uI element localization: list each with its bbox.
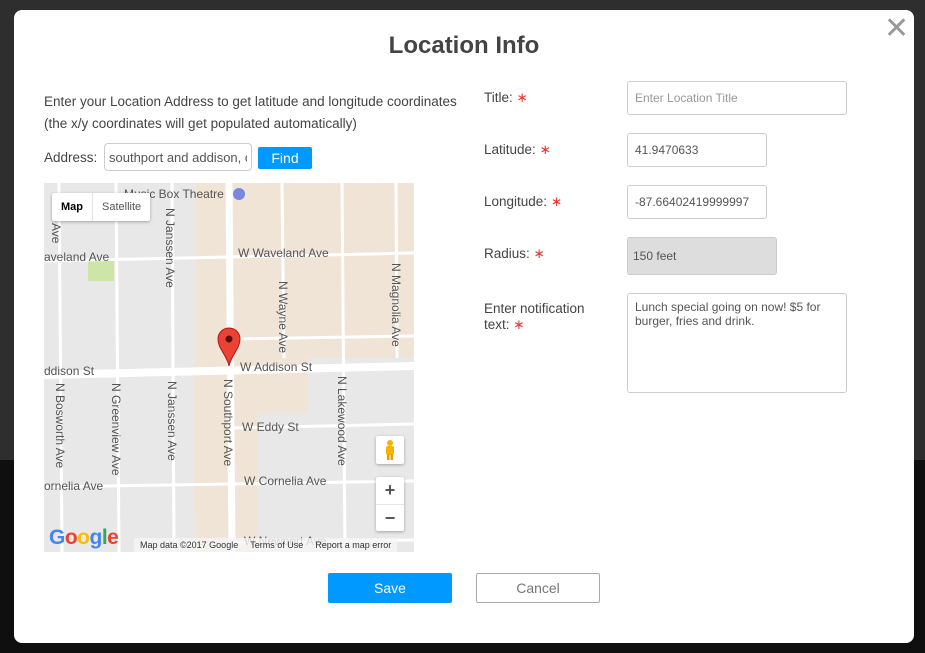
- label-text: Latitude:: [484, 142, 536, 157]
- map-label: N Lakewood Ave: [335, 376, 349, 466]
- latitude-input[interactable]: [627, 133, 767, 167]
- map[interactable]: Music Box Theatre aveland Ave W Waveland…: [44, 183, 414, 552]
- label-text: Enter notification: [484, 301, 585, 316]
- map-type-satellite-button[interactable]: Satellite: [93, 193, 150, 221]
- radius-label: Radius: ∗: [484, 246, 545, 262]
- required-icon: ∗: [533, 246, 545, 261]
- map-label: N Greenview Ave: [109, 383, 123, 476]
- map-label: N Janssen Ave: [163, 208, 177, 288]
- street-view-pegman-icon[interactable]: [376, 436, 404, 464]
- theatre-icon: [233, 188, 245, 200]
- title-label: Title: ∗: [484, 90, 528, 106]
- map-label: N Bosworth Ave: [53, 383, 67, 468]
- zoom-control: + −: [376, 477, 404, 531]
- map-label: W Eddy St: [242, 420, 299, 434]
- map-type-map-button[interactable]: Map: [52, 193, 93, 221]
- map-label: W Waveland Ave: [238, 246, 329, 260]
- google-logo: Google: [49, 526, 119, 549]
- map-label: W Cornelia Ave: [244, 474, 327, 488]
- park: [88, 261, 114, 281]
- map-label: N Wayne Ave: [276, 281, 290, 353]
- radius-select[interactable]: [627, 237, 777, 275]
- zoom-out-button[interactable]: −: [376, 505, 404, 532]
- map-label: ddison St: [44, 364, 95, 378]
- required-icon: ∗: [539, 142, 551, 157]
- map-label: N Southport Ave: [221, 379, 235, 466]
- map-label: N Janssen Ave: [165, 381, 179, 461]
- zoom-in-button[interactable]: +: [376, 477, 404, 505]
- modal-title: Location Info: [388, 32, 540, 59]
- address-input[interactable]: [104, 143, 252, 171]
- map-attribution: Map data ©2017 Google Terms of Use Repor…: [134, 538, 398, 552]
- location-info-modal: ✕ Location Info Enter your Location Addr…: [14, 10, 914, 643]
- map-label: W Addison St: [240, 360, 313, 374]
- longitude-label: Longitude: ∗: [484, 194, 562, 210]
- required-icon: ∗: [513, 317, 525, 332]
- address-label: Address:: [44, 150, 98, 165]
- label-text: Longitude:: [484, 194, 548, 209]
- title-input[interactable]: [627, 81, 847, 115]
- save-button[interactable]: Save: [328, 573, 452, 603]
- cancel-button[interactable]: Cancel: [476, 573, 600, 603]
- map-type-control: Map Satellite: [52, 193, 151, 221]
- required-icon: ∗: [516, 90, 528, 105]
- map-label: Ave: [49, 223, 63, 244]
- report-map-error-link[interactable]: Report a map error: [315, 538, 391, 552]
- label-text: text:: [484, 317, 510, 332]
- label-text: Radius:: [484, 246, 530, 261]
- map-canvas: Music Box Theatre aveland Ave W Waveland…: [44, 183, 414, 552]
- map-data-text: Map data ©2017 Google: [140, 540, 239, 550]
- label-text: Title:: [484, 90, 513, 105]
- required-icon: ∗: [550, 194, 563, 209]
- map-label: N Magnolia Ave: [389, 263, 403, 347]
- latitude-label: Latitude: ∗: [484, 142, 551, 158]
- longitude-input[interactable]: [627, 185, 767, 219]
- terms-of-use-link[interactable]: Terms of Use: [250, 538, 303, 552]
- intro-text: Enter your Location Address to get latit…: [44, 94, 457, 131]
- notification-label: Enter notification text: ∗: [484, 301, 585, 333]
- map-label: aveland Ave: [44, 250, 109, 264]
- find-button[interactable]: Find: [258, 147, 312, 169]
- notification-textarea[interactable]: Lunch special going on now! $5 for burge…: [627, 293, 847, 393]
- map-label: ornelia Ave: [44, 479, 103, 493]
